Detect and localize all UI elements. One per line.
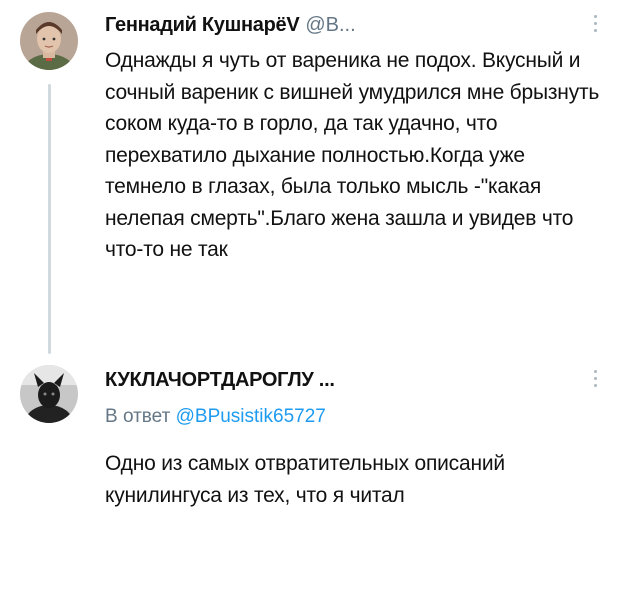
- profile-photo-icon: [20, 365, 78, 423]
- reply-context: В ответ @BPusistik65727: [105, 405, 326, 429]
- tweet-2[interactable]: КУКЛАЧОРТДАРОГЛУ ... В ответ @BPusistik6…: [0, 355, 623, 605]
- reply-mention-link[interactable]: @BPusistik65727: [176, 406, 326, 427]
- more-vertical-icon[interactable]: [591, 370, 599, 387]
- reply-prefix: В ответ: [105, 406, 171, 427]
- tweet-text: Одно из самых отвратительных описаний ку…: [105, 452, 505, 507]
- tweet-header: Геннадий КушнарёV @В...: [105, 13, 356, 37]
- more-vertical-icon[interactable]: [591, 15, 599, 32]
- tweet-text: Однажды я чуть от вареника не подох. Вку…: [105, 49, 600, 261]
- user-handle[interactable]: @В...: [305, 14, 355, 36]
- thread-connector-line: [48, 84, 51, 354]
- tweet-1[interactable]: Геннадий КушнарёV @В... Однажды я чуть от…: [0, 0, 623, 354]
- profile-photo-icon: [20, 12, 78, 70]
- avatar[interactable]: [20, 365, 78, 423]
- avatar[interactable]: [20, 12, 78, 70]
- display-name[interactable]: Геннадий КушнарёV: [105, 14, 300, 36]
- display-name[interactable]: КУКЛАЧОРТДАРОГЛУ ...: [105, 369, 335, 391]
- tweet-header: КУКЛАЧОРТДАРОГЛУ ...: [105, 368, 335, 392]
